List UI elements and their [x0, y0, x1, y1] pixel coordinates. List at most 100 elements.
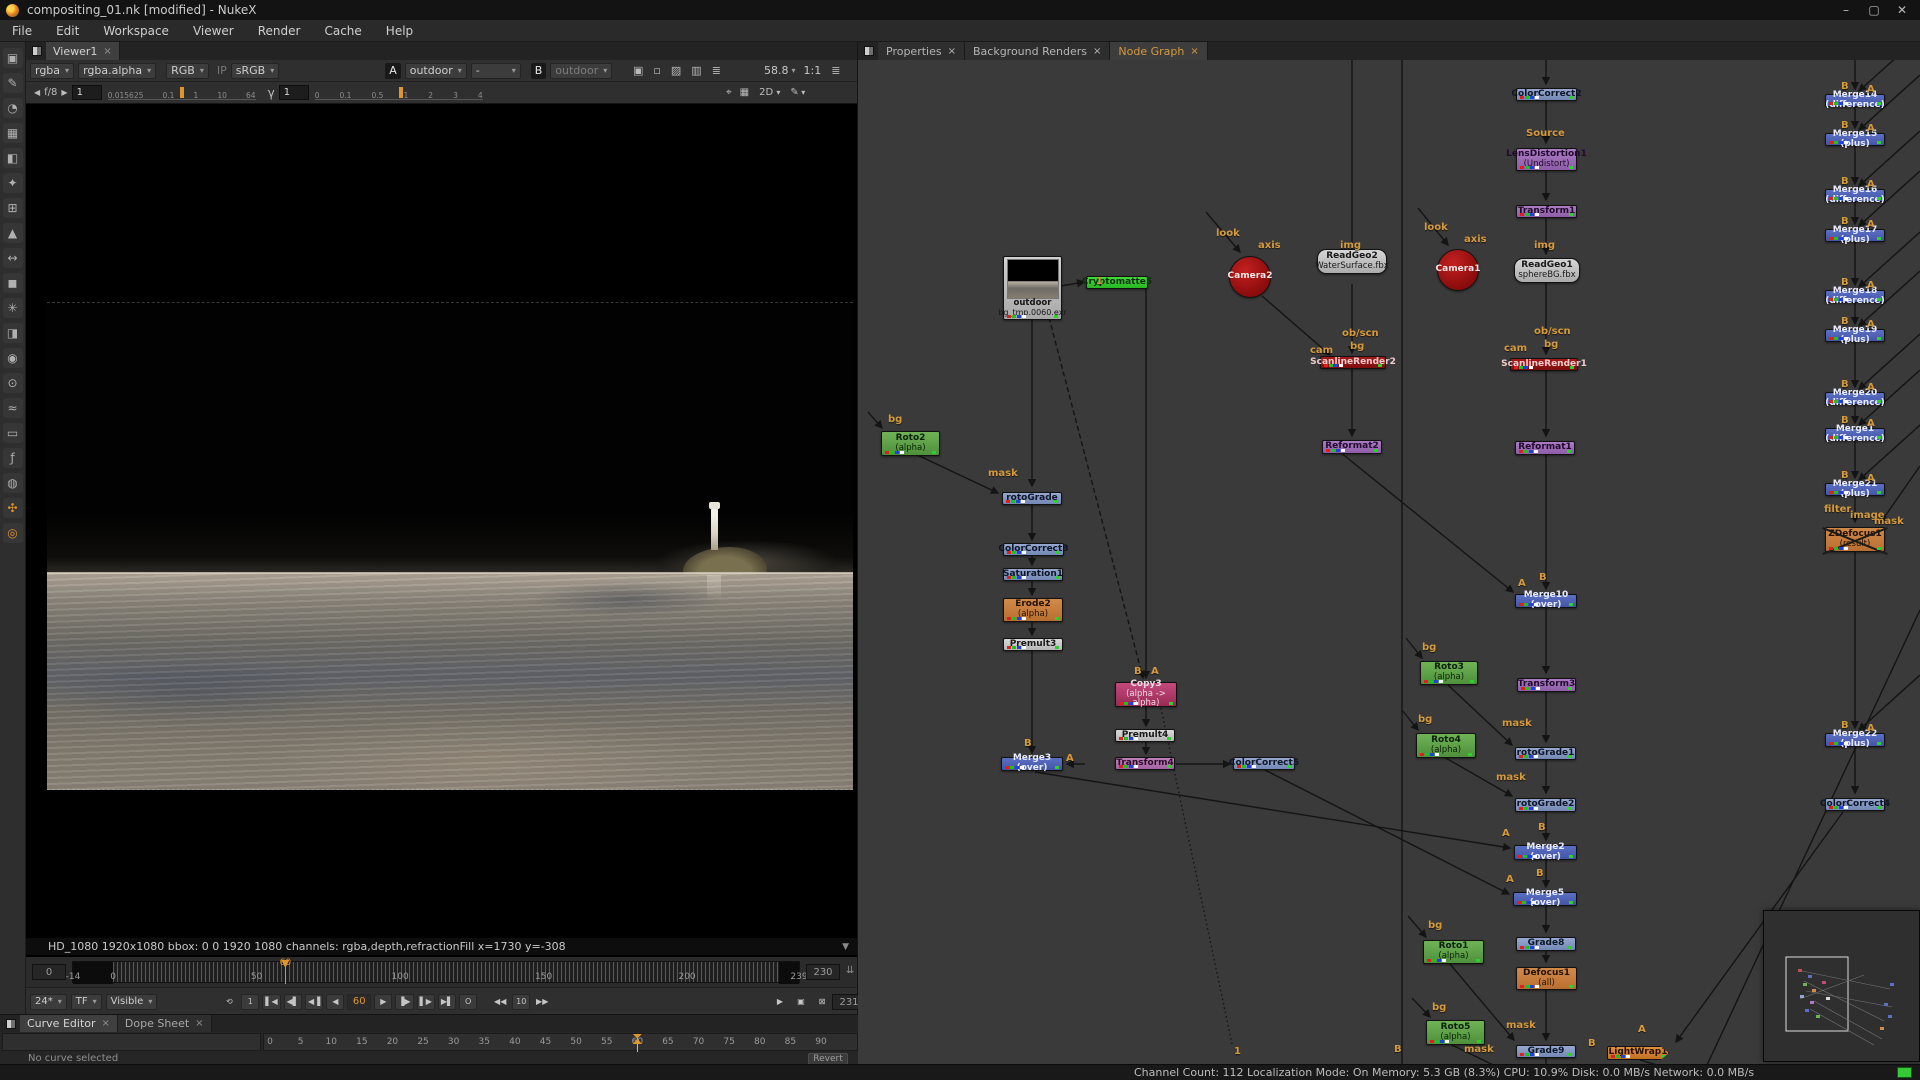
curve-list-area[interactable]: [2, 1033, 261, 1051]
node-LensDistortion1[interactable]: LensDistortion1(Undistort): [1516, 148, 1577, 171]
node-Grade8[interactable]: Grade8: [1516, 937, 1576, 951]
transport-btn[interactable]: ▌▶: [417, 994, 435, 1010]
tab-properties[interactable]: Properties×: [878, 42, 965, 60]
node-ScanlineRender2[interactable]: ScanlineRender2: [1320, 356, 1386, 369]
stereo-icon[interactable]: ⊙: [3, 373, 23, 393]
gain-slider[interactable]: 0.0156250.111064: [108, 86, 256, 100]
transport-btn[interactable]: ▌◀: [262, 994, 280, 1010]
tab-node-graph[interactable]: Node Graph×: [1110, 42, 1207, 60]
node-Merge1[interactable]: Merge1 (difference): [1825, 428, 1885, 441]
node-Merge15[interactable]: Merge15 (plus): [1825, 133, 1885, 146]
input-process-toggle[interactable]: IP: [217, 64, 227, 77]
minimap[interactable]: [1763, 910, 1920, 1062]
menu-cache[interactable]: Cache: [312, 24, 373, 38]
keyer-icon[interactable]: ⊞: [3, 198, 23, 218]
node-Merge19[interactable]: Merge19 (plus): [1825, 329, 1885, 342]
node-Merge2[interactable]: Merge2 (over): [1514, 845, 1577, 860]
node-outdoor-read[interactable]: outdoorbg_tmp.0060.exr: [1003, 256, 1062, 320]
node-Merge10[interactable]: Merge10 (over): [1515, 594, 1577, 608]
image-read-icon[interactable]: ▣: [3, 48, 23, 68]
proxy-ratio[interactable]: 1:1: [804, 64, 822, 77]
transport-btn[interactable]: O: [459, 994, 477, 1010]
transport-btn[interactable]: ◀: [326, 994, 344, 1010]
gain-prev-icon[interactable]: ◀: [34, 88, 40, 97]
node-Transform1[interactable]: Transform1: [1516, 205, 1577, 218]
fps-dropdown[interactable]: 24*▾: [30, 994, 67, 1010]
node-LightWrap1[interactable]: LightWrap1: [1607, 1046, 1669, 1060]
viewer-lut-dropdown[interactable]: sRGB▾: [231, 63, 279, 79]
tab-close-icon[interactable]: ×: [103, 46, 111, 57]
particles-icon[interactable]: ✳: [3, 298, 23, 318]
range-end-input[interactable]: 230: [806, 964, 840, 980]
node-Copy3[interactable]: Copy3(alpha -> alpha): [1115, 682, 1177, 707]
menu-workspace[interactable]: Workspace: [91, 24, 181, 38]
node-graph-panel[interactable]: Properties×Background Renders×Node Graph…: [858, 42, 1920, 1064]
layer-dropdown[interactable]: rgba▾: [30, 63, 74, 79]
tab-viewer1[interactable]: Viewer1 ×: [46, 42, 120, 60]
time-icon[interactable]: ◔: [3, 98, 23, 118]
panel-icon[interactable]: [32, 46, 42, 56]
node-Merge3[interactable]: Merge3 (over): [1001, 757, 1063, 771]
frame-lock-icon[interactable]: ▣: [792, 994, 810, 1010]
visible-dropdown[interactable]: Visible▾: [106, 994, 158, 1010]
node-Defocus1[interactable]: Defocus1(all): [1516, 967, 1577, 990]
node-Merge5[interactable]: Merge5 (over): [1513, 892, 1577, 906]
dope-ruler[interactable]: 051015202530354045505560657075808590: [263, 1033, 858, 1051]
transport-btn[interactable]: ▶▌: [438, 994, 456, 1010]
node-Roto2[interactable]: Roto2(alpha): [881, 431, 940, 456]
node-Merge16[interactable]: Merge16 (difference): [1825, 189, 1885, 202]
node-rotoGrade[interactable]: rotoGrade: [1002, 492, 1062, 505]
node-Merge21[interactable]: Merge21 (plus): [1825, 483, 1885, 496]
b-input-dropdown[interactable]: outdoor▾: [550, 63, 612, 79]
menu-file[interactable]: File: [0, 24, 44, 38]
node-rotoGrade2[interactable]: rotoGrade2: [1515, 798, 1576, 812]
deep-icon[interactable]: ◨: [3, 323, 23, 343]
display-style-dropdown[interactable]: RGB▾: [166, 63, 209, 79]
node-Premult3[interactable]: Premult3: [1003, 638, 1063, 651]
tab-dope-sheet[interactable]: Dope Sheet×: [118, 1015, 212, 1032]
tab-curve-editor[interactable]: Curve Editor×: [20, 1015, 118, 1032]
node-Roto4[interactable]: Roto4(alpha): [1416, 733, 1476, 758]
draw-icon[interactable]: ✎: [3, 73, 23, 93]
channel-icon[interactable]: ▦: [3, 123, 23, 143]
annotate-pencil-icon[interactable]: ✎ ▾: [790, 87, 805, 98]
node-Camera1[interactable]: Camera1: [1437, 249, 1479, 291]
transport-btn[interactable]: ▐▶: [395, 994, 413, 1010]
checker-icon[interactable]: ▨: [671, 64, 681, 77]
panel-icon[interactable]: [864, 46, 874, 56]
node-rotoGrade1[interactable]: rotoGrade1: [1515, 747, 1576, 760]
menu-viewer[interactable]: Viewer: [181, 24, 246, 38]
tab-background-renders[interactable]: Background Renders×: [965, 42, 1110, 60]
node-ZDefocus1[interactable]: ZDefocus1(result): [1825, 527, 1885, 552]
node-Merge18[interactable]: Merge18 (difference): [1825, 290, 1885, 303]
transport-btn[interactable]: ⟲: [220, 994, 238, 1010]
gamma-input[interactable]: 1: [279, 85, 309, 100]
range-start-input[interactable]: 0: [32, 964, 66, 980]
matte-dropdown[interactable]: rgba.alpha▾: [78, 63, 156, 79]
node-Grade9[interactable]: Grade9: [1516, 1045, 1576, 1058]
proxy-grid-icon[interactable]: ▦: [740, 87, 749, 98]
node-Merge22[interactable]: Merge22 (plus): [1825, 733, 1885, 747]
viewer-image[interactable]: [47, 302, 853, 790]
transform-icon[interactable]: ↔: [3, 248, 23, 268]
node-Premult4[interactable]: Premult4: [1115, 729, 1175, 742]
monitor-out-icon[interactable]: ▣: [633, 64, 643, 77]
gain-label[interactable]: f/8: [44, 87, 57, 98]
step-back[interactable]: ◀◀: [491, 994, 509, 1010]
filter-icon[interactable]: ✦: [3, 173, 23, 193]
node-Erode2[interactable]: Erode2(alpha): [1003, 598, 1063, 622]
step-forward[interactable]: ▶▶: [533, 994, 551, 1010]
zoom-level-dropdown[interactable]: 58.8: [764, 64, 789, 77]
node-ColorCorrect2[interactable]: ColorCorrect2: [1516, 88, 1577, 101]
transport-btn[interactable]: ◀▌: [284, 994, 302, 1010]
info-collapse-icon[interactable]: ▼: [842, 942, 849, 952]
view-mode-dropdown[interactable]: 2D ▾: [759, 87, 780, 98]
gain-input[interactable]: 1: [72, 85, 102, 100]
metadata-icon[interactable]: ≈: [3, 398, 23, 418]
node-Merge17[interactable]: Merge17 (plus): [1825, 229, 1885, 242]
panel-icon[interactable]: [6, 1019, 16, 1029]
wipe-icon[interactable]: ▥: [691, 64, 701, 77]
node-Saturation1[interactable]: Saturation1: [1003, 568, 1063, 581]
node-Reformat1[interactable]: Reformat1: [1515, 441, 1575, 455]
node-ReadGeo1[interactable]: ReadGeo1sphereBG.fbx: [1514, 258, 1580, 283]
